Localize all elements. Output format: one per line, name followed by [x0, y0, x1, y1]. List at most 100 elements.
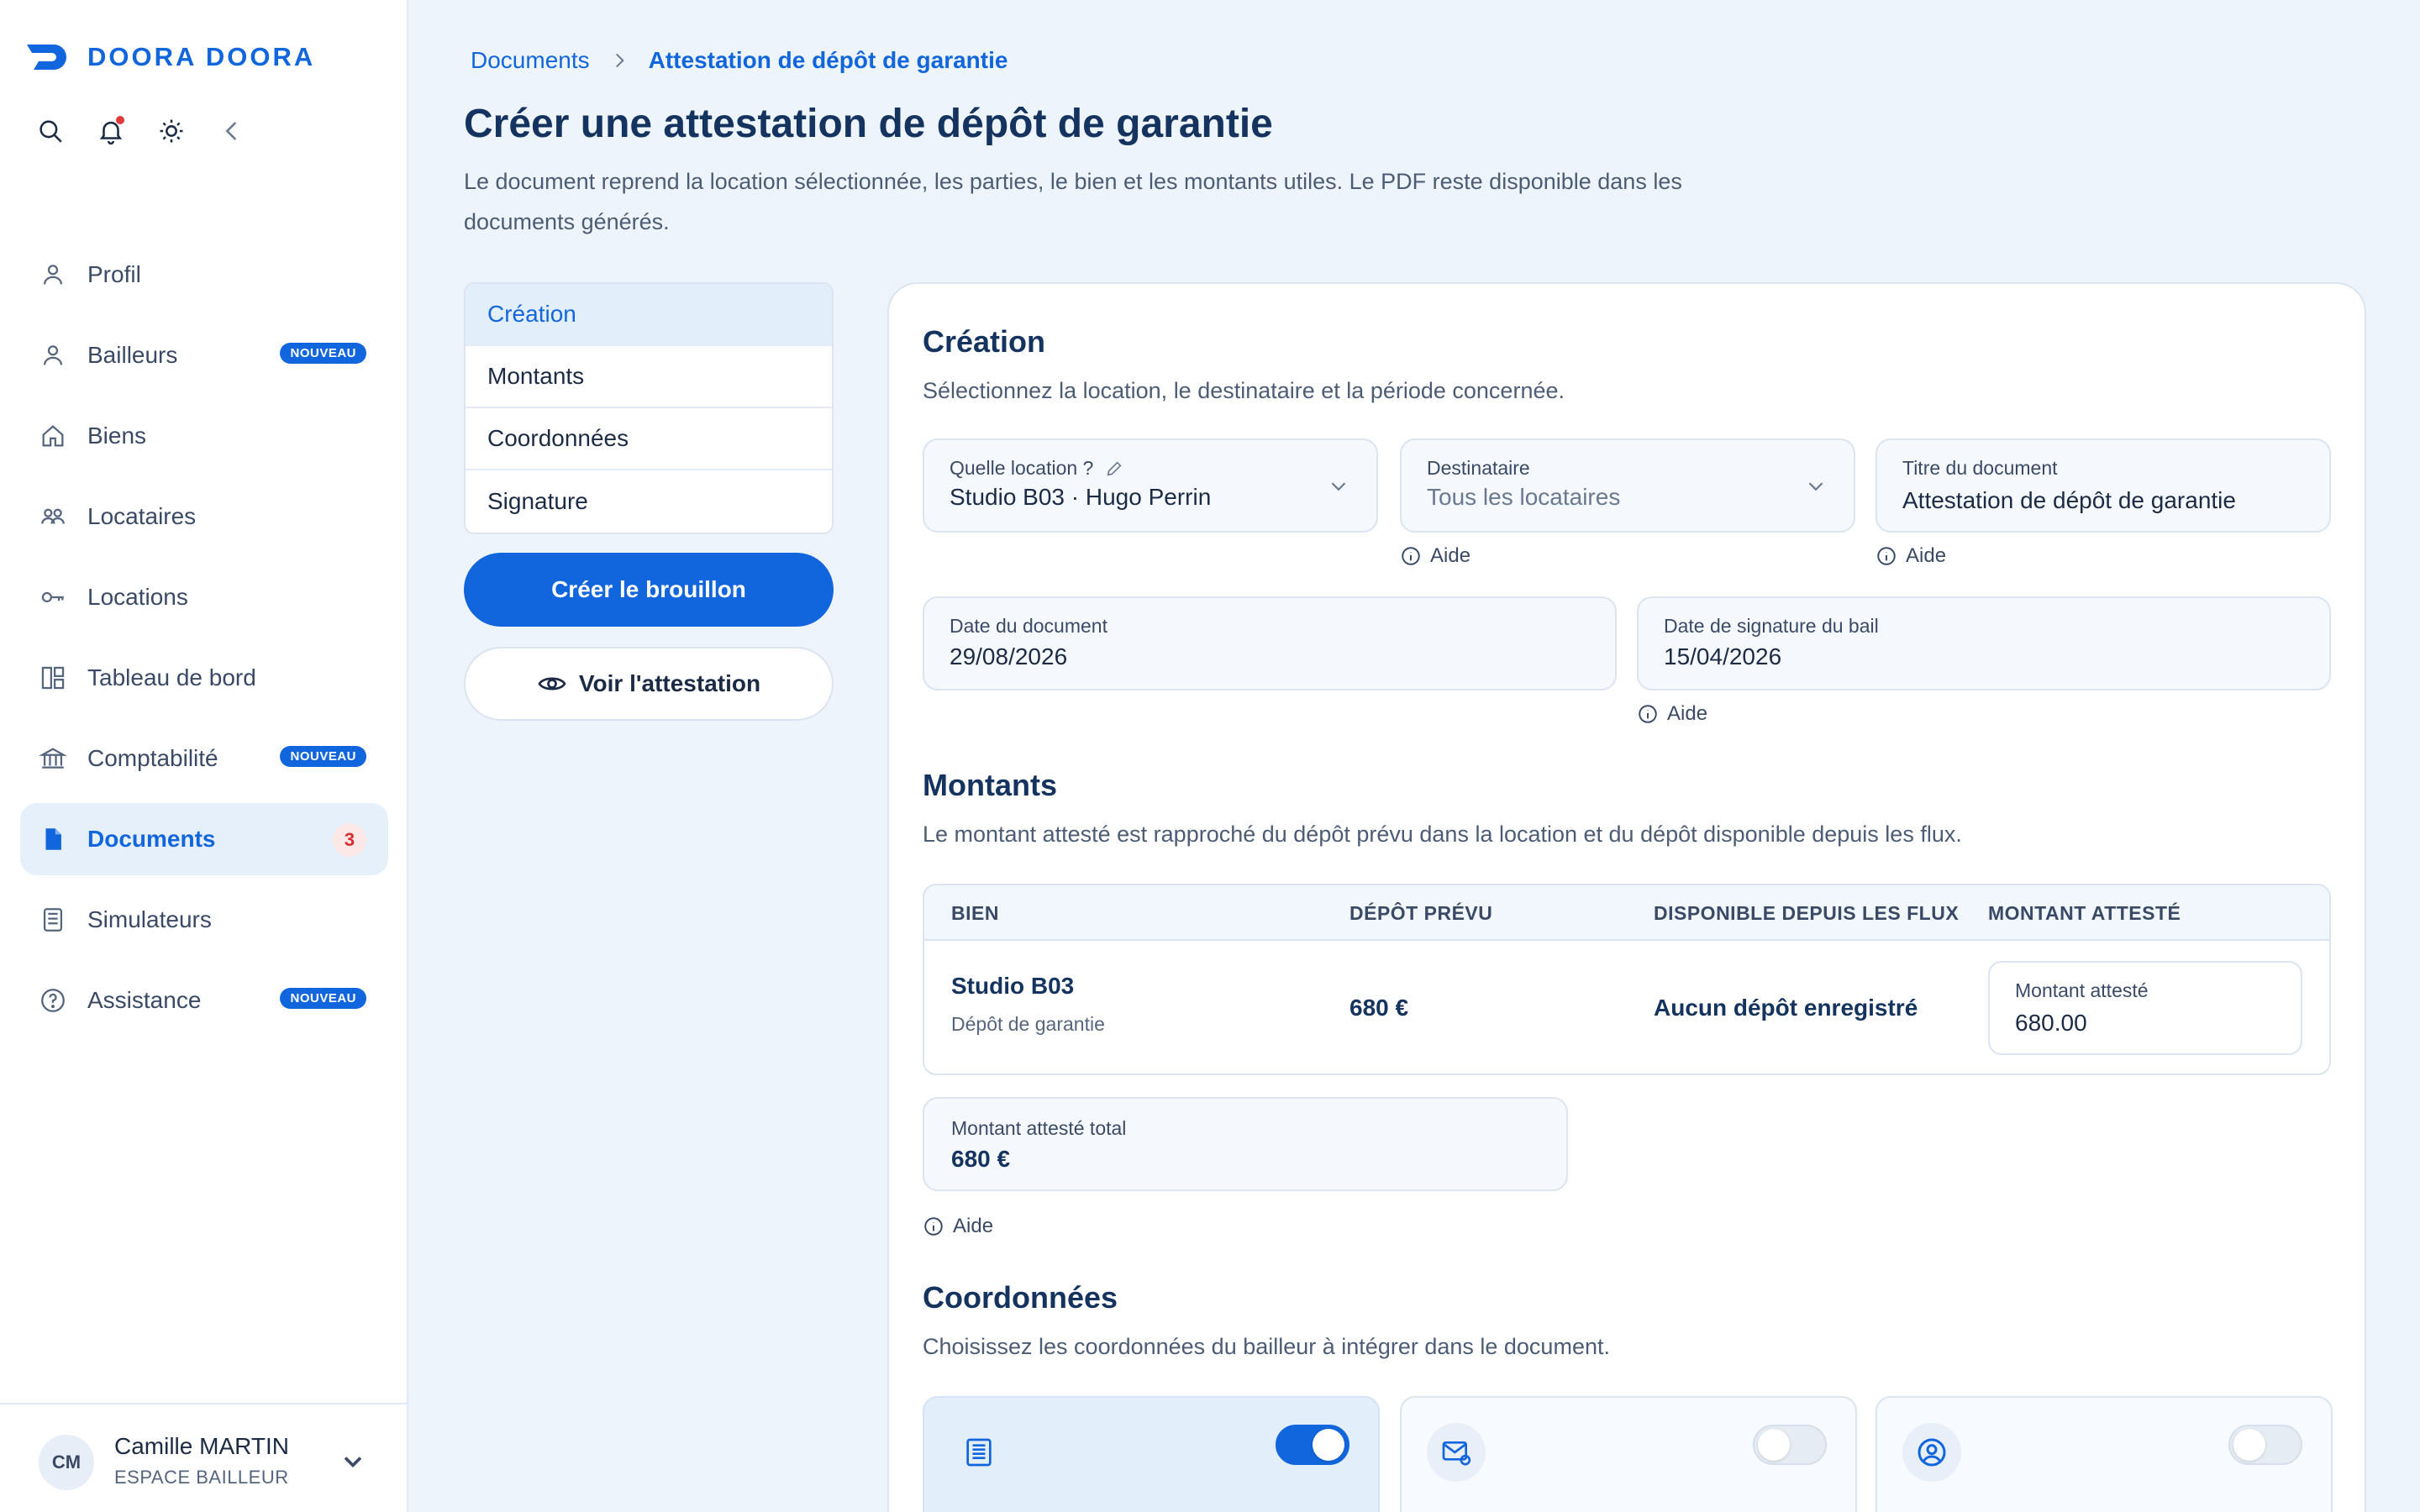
new-badge: NOUVEAU [280, 988, 366, 1009]
step-signature[interactable]: Signature [466, 470, 832, 533]
sidebar-item-assistance[interactable]: Assistance NOUVEAU [20, 964, 388, 1037]
document-title-field[interactable]: Titre du document Attestation de dépôt d… [1876, 438, 2331, 533]
eye-icon [538, 677, 566, 690]
location-select[interactable]: Quelle location ? Studio B03 · Hugo Perr… [923, 438, 1378, 533]
sidebar-item-profil[interactable]: Profil [20, 239, 388, 311]
help-label: Aide [1906, 544, 1947, 567]
section-description-coordonnees: Choisissez les coordonnées du bailleur à… [923, 1334, 1610, 1359]
home-icon [39, 422, 67, 450]
lease-signature-date-value: 15/04/2026 [1664, 643, 1782, 669]
users-icon [39, 502, 67, 531]
pencil-icon[interactable] [1105, 459, 1123, 478]
toggle-knob [1758, 1429, 1790, 1461]
help-label: Aide [953, 1215, 994, 1237]
count-badge: 3 [333, 823, 366, 857]
planned-deposit: 680 € [1349, 995, 1409, 1021]
info-icon [1639, 705, 1657, 723]
total-attested-amount: Montant attesté total 680 € [923, 1097, 1568, 1191]
recipient-select[interactable]: Destinataire Tous les locataires [1400, 438, 1855, 533]
sidebar-item-locations[interactable]: Locations [20, 561, 388, 633]
sidebar-item-simulateurs[interactable]: Simulateurs [20, 884, 388, 956]
email-toggle[interactable] [1753, 1425, 1827, 1465]
breadcrumb-parent-link[interactable]: Documents [471, 47, 590, 74]
sidebar-item-locataires[interactable]: Locataires [20, 480, 388, 553]
create-draft-button[interactable]: Créer le brouillon [464, 553, 834, 627]
document-title-value: Attestation de dépôt de garantie [1902, 487, 2236, 513]
user-name: Camille MARTIN [114, 1433, 289, 1459]
location-label: Quelle location ? [950, 457, 1123, 480]
section-title-coordonnees: Coordonnées [923, 1280, 1118, 1315]
column-header-depot-prevu: DÉPÔT PRÉVU [1349, 902, 1493, 924]
lease-signature-date-field[interactable]: Date de signature du bail 15/04/2026 [1637, 596, 2331, 690]
logo-icon [27, 45, 66, 70]
sidebar-item-label: Simulateurs [87, 906, 212, 932]
page-description: Le document reprend la location sélectio… [464, 169, 1682, 234]
form-card: Création Sélectionnez la location, le de… [887, 282, 2366, 1512]
profile-toggle[interactable] [2228, 1425, 2302, 1465]
column-header-montant-atteste: MONTANT ATTESTÉ [1988, 902, 2181, 924]
info-icon [1877, 547, 1896, 565]
step-montants[interactable]: Montants [466, 346, 832, 408]
sidebar-item-comptabilite[interactable]: Comptabilité NOUVEAU [20, 722, 388, 795]
sidebar-item-label: Locataires [87, 503, 197, 529]
section-title-montants: Montants [923, 768, 1057, 802]
attested-amount-input[interactable]: Montant attesté 680.00 [1988, 961, 2302, 1055]
new-badge: NOUVEAU [280, 343, 366, 364]
view-attestation-label: Voir l'attestation [578, 670, 761, 696]
section-description-creation: Sélectionnez la location, le destinatair… [923, 378, 1565, 403]
total-label: Montant attesté total [951, 1117, 1127, 1139]
sidebar-item-biens[interactable]: Biens [20, 400, 388, 472]
contact-option-profile[interactable] [1876, 1396, 2333, 1512]
view-attestation-button[interactable]: Voir l'attestation [464, 647, 834, 721]
user-role: ESPACE BAILLEUR [114, 1467, 289, 1488]
user-icon [39, 341, 67, 370]
sidebar-item-tableau-de-bord[interactable]: Tableau de bord [20, 642, 388, 714]
document-date-value: 29/08/2026 [950, 643, 1068, 669]
amounts-table: BIEN DÉPÔT PRÉVU DISPONIBLE DEPUIS LES F… [923, 884, 2331, 1075]
location-label-text: Quelle location ? [950, 457, 1094, 479]
user-menu[interactable]: CM Camille MARTIN ESPACE BAILLEUR [0, 1403, 408, 1512]
sidebar-item-label: Locations [87, 584, 188, 610]
sidebar-item-bailleurs[interactable]: Bailleurs NOUVEAU [20, 319, 388, 391]
contact-option-address[interactable] [923, 1396, 1380, 1512]
amounts-help[interactable]: Aide [923, 1215, 993, 1238]
document-date-label: Date du document [950, 615, 1107, 637]
theme-toggle-button[interactable] [155, 114, 188, 148]
step-creation[interactable]: Création [466, 284, 832, 346]
contact-option-email[interactable] [1400, 1396, 1857, 1512]
search-button[interactable] [34, 114, 67, 148]
sidebar-item-label: Bailleurs [87, 342, 178, 368]
sidebar-item-label: Tableau de bord [87, 664, 256, 690]
notification-dot [116, 116, 124, 124]
bank-icon [39, 744, 67, 773]
info-icon [1402, 547, 1420, 565]
key-icon [39, 583, 67, 612]
column-header-bien: BIEN [951, 902, 999, 924]
lease-date-help[interactable]: Aide [1637, 702, 1707, 726]
chevron-left-icon [225, 122, 237, 140]
sidebar-item-documents[interactable]: Documents 3 [20, 803, 388, 875]
recipient-label: Destinataire [1427, 457, 1530, 479]
document-title-help[interactable]: Aide [1876, 544, 1946, 568]
avatar: CM [39, 1435, 94, 1490]
document-title-label: Titre du document [1902, 457, 2058, 479]
document-date-field[interactable]: Date du document 29/08/2026 [923, 596, 1617, 690]
dashboard-icon [39, 664, 67, 692]
sidebar-item-label: Biens [87, 423, 147, 449]
recipient-help[interactable]: Aide [1400, 544, 1470, 568]
chevron-down-icon [1808, 482, 1823, 491]
brand-name: DOORA DOORA [87, 42, 316, 71]
table-header: BIEN DÉPÔT PRÉVU DISPONIBLE DEPUIS LES F… [924, 885, 2329, 941]
collapse-sidebar-button[interactable] [215, 114, 249, 148]
step-coordonnees[interactable]: Coordonnées [466, 408, 832, 470]
brand-logo[interactable]: DOORA DOORA [25, 42, 315, 72]
chevron-down-icon[interactable] [338, 1446, 368, 1477]
property-type: Dépôt de garantie [951, 1013, 1105, 1035]
address-toggle[interactable] [1276, 1425, 1349, 1465]
notifications-button[interactable] [94, 114, 128, 148]
help-label: Aide [1430, 544, 1471, 567]
toggle-knob [1313, 1429, 1344, 1461]
address-card-icon [950, 1423, 1008, 1482]
sidebar-nav: Profil Bailleurs NOUVEAU Biens Locataire… [20, 239, 388, 1045]
sidebar-toolbar [34, 114, 276, 148]
